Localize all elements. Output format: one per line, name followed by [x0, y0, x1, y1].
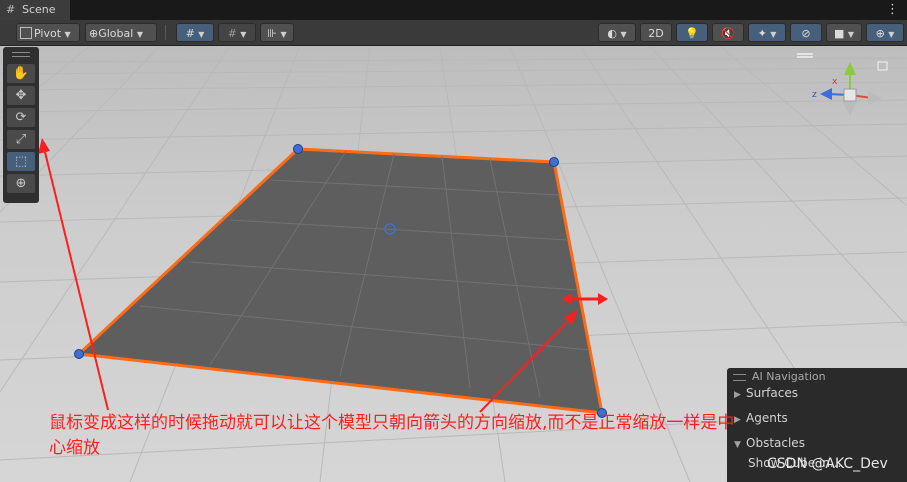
tools-overlay: ✋ ✥ ⟳ ⤢ ⬚ ⊕ [3, 47, 39, 203]
toolbar-divider [165, 25, 166, 40]
annotation-caption: 鼠标变成这样的时候拖动就可以让这个模型只朝向箭头的方向缩放,而不是正常缩放一样是… [49, 413, 735, 458]
mute-icon: 🔇 [721, 27, 735, 40]
gizmos-icon: ⊕ [875, 27, 885, 40]
chevron-down-icon: ▼ [847, 30, 855, 39]
tab-scene-label: Scene [22, 3, 56, 16]
grid-icon: # [6, 3, 16, 16]
visibility-toggle[interactable]: ⊘ [790, 23, 822, 42]
globe-icon: ⊕ [89, 27, 99, 40]
rotate-tool[interactable]: ⟳ [7, 108, 35, 127]
corner-handle[interactable] [74, 349, 84, 359]
transform-tool[interactable]: ⊕ [7, 174, 35, 193]
more-options-icon[interactable]: ⋮ [886, 0, 899, 20]
global-dropdown[interactable]: ⊕Global ▼ [85, 23, 157, 42]
effects-dropdown[interactable]: ✦ ▼ [748, 23, 786, 42]
corner-handle[interactable] [549, 157, 559, 167]
camera-dropdown[interactable]: ■ ▼ [826, 23, 862, 42]
nav-item-label: Agents [746, 411, 788, 425]
gizmos-dropdown[interactable]: ⊕ ▼ [866, 23, 904, 42]
effects-icon: ✦ [757, 27, 767, 40]
hand-icon: ✋ [12, 66, 30, 81]
chevron-down-icon: ▼ [770, 30, 777, 39]
chevron-down-icon: ▼ [198, 30, 205, 39]
scale-tool[interactable]: ⤢ [7, 130, 35, 149]
move-tool[interactable]: ✥ [7, 86, 35, 105]
scale-icon: ⤢ [15, 132, 27, 147]
shading-mode-dropdown[interactable]: ◐ ▼ [598, 23, 636, 42]
lighting-toggle[interactable]: 💡 [676, 23, 708, 42]
hand-tool[interactable]: ✋ [7, 64, 35, 83]
gizmo-z-label: z [812, 90, 817, 100]
nav-item-label: Obstacles [746, 436, 805, 450]
ruler-dropdown[interactable]: ⊪ ▼ [260, 23, 294, 42]
chevron-down-icon: ▼ [280, 30, 287, 39]
increment-snap-icon: # [227, 27, 237, 40]
chevron-down-icon: ▼ [240, 30, 247, 39]
tools-grip-icon[interactable] [12, 52, 30, 57]
scene-toolbar: Pivot ▼ ⊕Global ▼ # ▼ # ▼ ⊪ ▼ ◐ ▼ 2D 💡 🔇… [0, 20, 907, 46]
grid-snap-icon: # [185, 27, 195, 40]
mode-2d-toggle[interactable]: 2D [640, 23, 672, 42]
audio-toggle[interactable]: 🔇 [712, 23, 744, 42]
camera-icon: ■ [833, 27, 845, 40]
nav-item-label: Surfaces [746, 386, 798, 400]
nav-item-obstacles[interactable]: ▼ Obstacles [734, 436, 805, 450]
pivot-dropdown[interactable]: Pivot ▼ [16, 23, 80, 42]
gizmo-x-label: x [832, 77, 838, 87]
corner-handle[interactable] [293, 144, 303, 154]
tab-scene[interactable]: # Scene [0, 0, 70, 20]
panel-grip-icon[interactable] [733, 374, 746, 381]
collapsed-arrow-icon: ▶ [734, 390, 741, 400]
chevron-down-icon: ▼ [64, 30, 71, 39]
transform-icon: ⊕ [15, 176, 27, 191]
grid-snap-toggle[interactable]: # ▼ [176, 23, 214, 42]
tab-bar: # Scene ⋮ [0, 0, 907, 20]
panel-title: AI Navigation [752, 370, 826, 383]
nav-item-agents[interactable]: ▶ Agents [734, 411, 788, 425]
pivot-label: Pivot [34, 27, 62, 40]
increment-snap-toggle[interactable]: # ▼ [218, 23, 256, 42]
mode-2d-label: 2D [648, 27, 664, 40]
shading-icon: ◐ [607, 27, 617, 40]
move-icon: ✥ [15, 88, 27, 103]
ruler-icon: ⊪ [267, 27, 277, 40]
hidden-eye-icon: ⊘ [801, 27, 811, 40]
rotate-icon: ⟳ [15, 110, 27, 125]
global-label: Global [98, 27, 134, 40]
rect-icon: ⬚ [14, 154, 28, 169]
chevron-down-icon: ▼ [888, 30, 895, 39]
gizmo-center-icon[interactable] [843, 88, 857, 102]
nav-item-surfaces[interactable]: ▶ Surfaces [734, 386, 798, 400]
lightbulb-icon: 💡 [685, 27, 699, 40]
chevron-down-icon: ▼ [620, 30, 627, 39]
watermark: CSDN @AKC_Dev [767, 456, 888, 472]
pivot-icon [20, 27, 32, 39]
rect-tool[interactable]: ⬚ [7, 152, 35, 171]
chevron-down-icon: ▼ [136, 30, 143, 39]
